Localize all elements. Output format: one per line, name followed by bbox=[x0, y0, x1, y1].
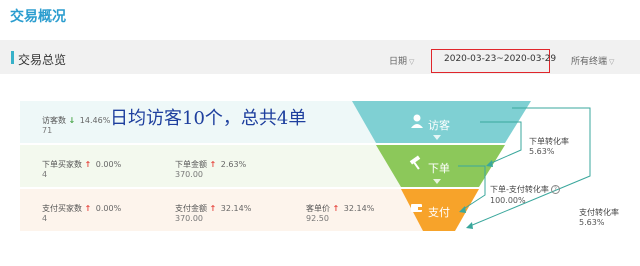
funnel-stage-visitors-label: 访客 bbox=[428, 119, 450, 132]
arrow-icon bbox=[466, 222, 473, 229]
help-icon[interactable]: ? bbox=[550, 185, 560, 194]
order-conversion-rate-label: 下单转化率 bbox=[529, 137, 569, 146]
funnel-stage-payments-label: 支付 bbox=[428, 206, 450, 219]
order-conversion-rate-value: 5.63% bbox=[529, 147, 555, 156]
annotation-overlay-text: 日均访客10个，总共4单 bbox=[110, 108, 307, 129]
conversion-funnel bbox=[352, 101, 591, 231]
order-payment-conversion-rate-label: 下单-支付转化率? bbox=[490, 184, 560, 195]
funnel-stage-orders-label: 下单 bbox=[428, 162, 450, 175]
payment-conversion-rate-label: 支付转化率 bbox=[579, 208, 619, 217]
order-payment-conversion-rate-value: 100.00% bbox=[490, 196, 526, 205]
payment-conversion-rate-value: 5.63% bbox=[579, 218, 605, 227]
wallet-icon bbox=[411, 204, 422, 212]
